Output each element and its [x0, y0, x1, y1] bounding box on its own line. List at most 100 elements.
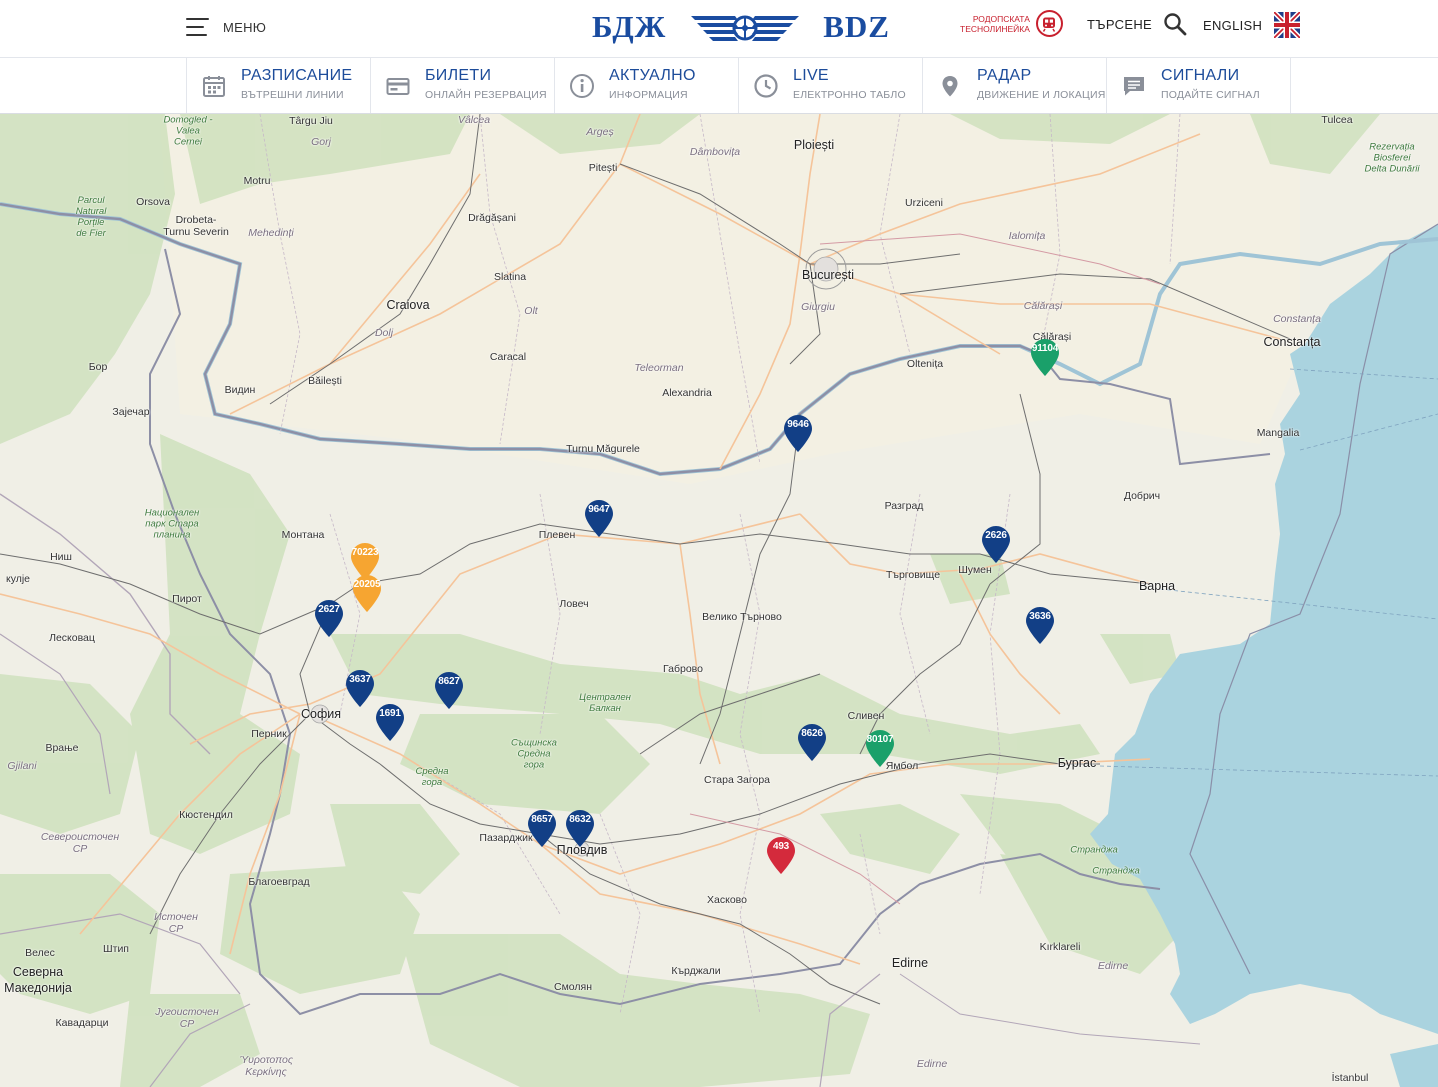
nav-subtitle: ЕЛЕКТРОННО ТАБЛО	[793, 89, 906, 101]
search-button[interactable]: ТЪРСЕНЕ	[1087, 12, 1187, 36]
logo-text-bg: БДЖ	[592, 9, 667, 44]
place-label: Лесковац	[49, 632, 95, 644]
place-label: Orsova	[136, 196, 170, 208]
place-label: Urziceni	[905, 197, 943, 209]
nav-item-schedule[interactable]: РАЗПИСАНИЕ ВЪТРЕШНИ ЛИНИИ	[187, 58, 371, 113]
train-marker[interactable]: 20205	[350, 573, 384, 613]
place-label: Edirne	[891, 956, 929, 970]
place-label: Băilești	[308, 375, 342, 387]
train-marker[interactable]: 8626	[795, 722, 829, 762]
place-label: Oltenița	[906, 358, 944, 370]
map-base-layer	[0, 114, 1438, 1087]
place-label: Ниш	[50, 551, 72, 563]
region-label: Gorj	[311, 136, 331, 148]
place-label: Craiova	[386, 298, 430, 312]
uk-flag-icon	[1274, 12, 1301, 38]
place-label: Бор	[88, 361, 108, 373]
nav-item-signals[interactable]: СИГНАЛИ ПОДАЙТЕ СИГНАЛ	[1107, 58, 1291, 113]
region-label: Argeș	[586, 126, 614, 138]
region-label: Источен СР	[154, 911, 198, 935]
place-label: Монтана	[281, 529, 325, 541]
place-label: Kırklareli	[1039, 941, 1081, 953]
train-radar-map[interactable]: Ploiești București Craiova Constanța Târ…	[0, 114, 1438, 1087]
region-label: Edirne	[916, 1058, 948, 1070]
rhodope-label-line2: ТЕСНОЛИНЕЙКА	[960, 23, 1030, 34]
bdz-logo[interactable]: БДЖ BDZ	[592, 6, 890, 48]
place-label: Зајечар	[112, 406, 150, 418]
train-number: 20205	[353, 579, 381, 590]
park-label: Rezervația Biosferei Delta Dunării	[1364, 141, 1420, 175]
place-label: Кавадарци	[55, 1017, 109, 1029]
place-label: София	[300, 707, 342, 721]
train-marker[interactable]: 3637	[343, 668, 377, 708]
place-label: Северна Македонија	[4, 965, 72, 995]
logo-text-en: BDZ	[823, 9, 890, 44]
place-label: Штип	[103, 943, 129, 955]
train-number: 8627	[438, 676, 460, 687]
train-marker[interactable]: 2626	[979, 524, 1013, 564]
place-label: Габрово	[663, 663, 703, 675]
region-label: Vâlcea	[457, 114, 491, 126]
place-label: Кюстендил	[179, 809, 233, 821]
nav-subtitle: ВЪТРЕШНИ ЛИНИИ	[241, 89, 344, 101]
place-label: Плевен	[538, 529, 576, 541]
train-marker[interactable]: 80107	[863, 728, 897, 768]
location-pin-icon	[937, 73, 963, 99]
train-marker[interactable]: 9646	[781, 413, 815, 453]
nav-item-radar[interactable]: РАДАР ДВИЖЕНИЕ И ЛОКАЦИЯ	[923, 58, 1107, 113]
place-label: Шумен	[958, 564, 992, 576]
place-label: Tulcea	[1321, 114, 1353, 126]
park-label: Странджа	[1070, 844, 1118, 856]
winged-wheel-icon	[690, 15, 799, 41]
train-marker[interactable]: 8632	[563, 808, 597, 848]
region-label: Constanța	[1273, 313, 1321, 325]
search-icon	[1164, 13, 1187, 36]
place-label: Стара Загора	[703, 774, 771, 786]
place-label: Видин	[224, 384, 256, 396]
place-label: Варна	[1138, 579, 1176, 593]
region-label: Olt	[524, 305, 538, 317]
train-marker[interactable]: 3636	[1023, 605, 1057, 645]
train-marker[interactable]: 493	[764, 835, 798, 875]
train-marker[interactable]: 91104	[1028, 337, 1062, 377]
region-label: Călărași	[1023, 300, 1063, 312]
train-marker[interactable]: 2627	[312, 598, 346, 638]
place-label: Ploiești	[793, 138, 835, 152]
train-icon	[1035, 10, 1063, 37]
language-switch[interactable]: ENGLISH	[1203, 12, 1301, 38]
place-label: Ловеч	[559, 598, 589, 610]
train-marker[interactable]: 8627	[432, 670, 466, 710]
region-label: Ύυροτοπος Κερκίνης	[239, 1054, 293, 1078]
nav-item-news[interactable]: АКТУАЛНО ИНФОРМАЦИЯ	[555, 58, 739, 113]
nav-title: LIVE	[793, 67, 829, 84]
message-icon	[1121, 73, 1147, 99]
region-label: Североисточен СР	[40, 831, 120, 855]
place-label: Пирот	[172, 593, 202, 605]
place-label: Drăgășani	[468, 212, 516, 224]
train-marker[interactable]: 1691	[373, 702, 407, 742]
place-label: Motru	[243, 175, 271, 187]
place-label: Търговище	[885, 569, 941, 581]
language-label: ENGLISH	[1203, 17, 1263, 33]
park-label: Същинска Средна гора	[511, 737, 557, 771]
place-label: Смолян	[553, 981, 593, 993]
nav-item-tickets[interactable]: БИЛЕТИ ОНЛАЙН РЕЗЕРВАЦИЯ	[371, 58, 555, 113]
menu-button[interactable]: МЕНЮ	[186, 14, 266, 40]
place-label: Pitești	[588, 162, 618, 174]
train-number: 3636	[1029, 611, 1051, 622]
place-label: Alexandria	[662, 387, 712, 399]
place-label: Сливен	[847, 710, 885, 722]
train-marker[interactable]: 8657	[525, 808, 559, 848]
nav-item-live[interactable]: LIVE ЕЛЕКТРОННО ТАБЛО	[739, 58, 923, 113]
rhodope-narrow-gauge-link[interactable]: РОДОПСКАТА ТЕСНОЛИНЕЙКА	[960, 10, 1063, 37]
place-label: İstanbul	[1331, 1072, 1369, 1084]
train-number: 493	[772, 841, 790, 852]
train-number: 2627	[318, 604, 340, 615]
place-label: Târgu Jiu	[289, 115, 333, 127]
rhodope-label: РОДОПСКАТА ТЕСНОЛИНЕЙКА	[960, 14, 1030, 34]
nav-subtitle: ИНФОРМАЦИЯ	[609, 89, 688, 101]
park-label: Централен Балкан	[579, 692, 631, 714]
train-marker[interactable]: 9647	[582, 498, 616, 538]
train-number: 2626	[985, 530, 1007, 541]
place-label: Велес	[25, 947, 55, 959]
